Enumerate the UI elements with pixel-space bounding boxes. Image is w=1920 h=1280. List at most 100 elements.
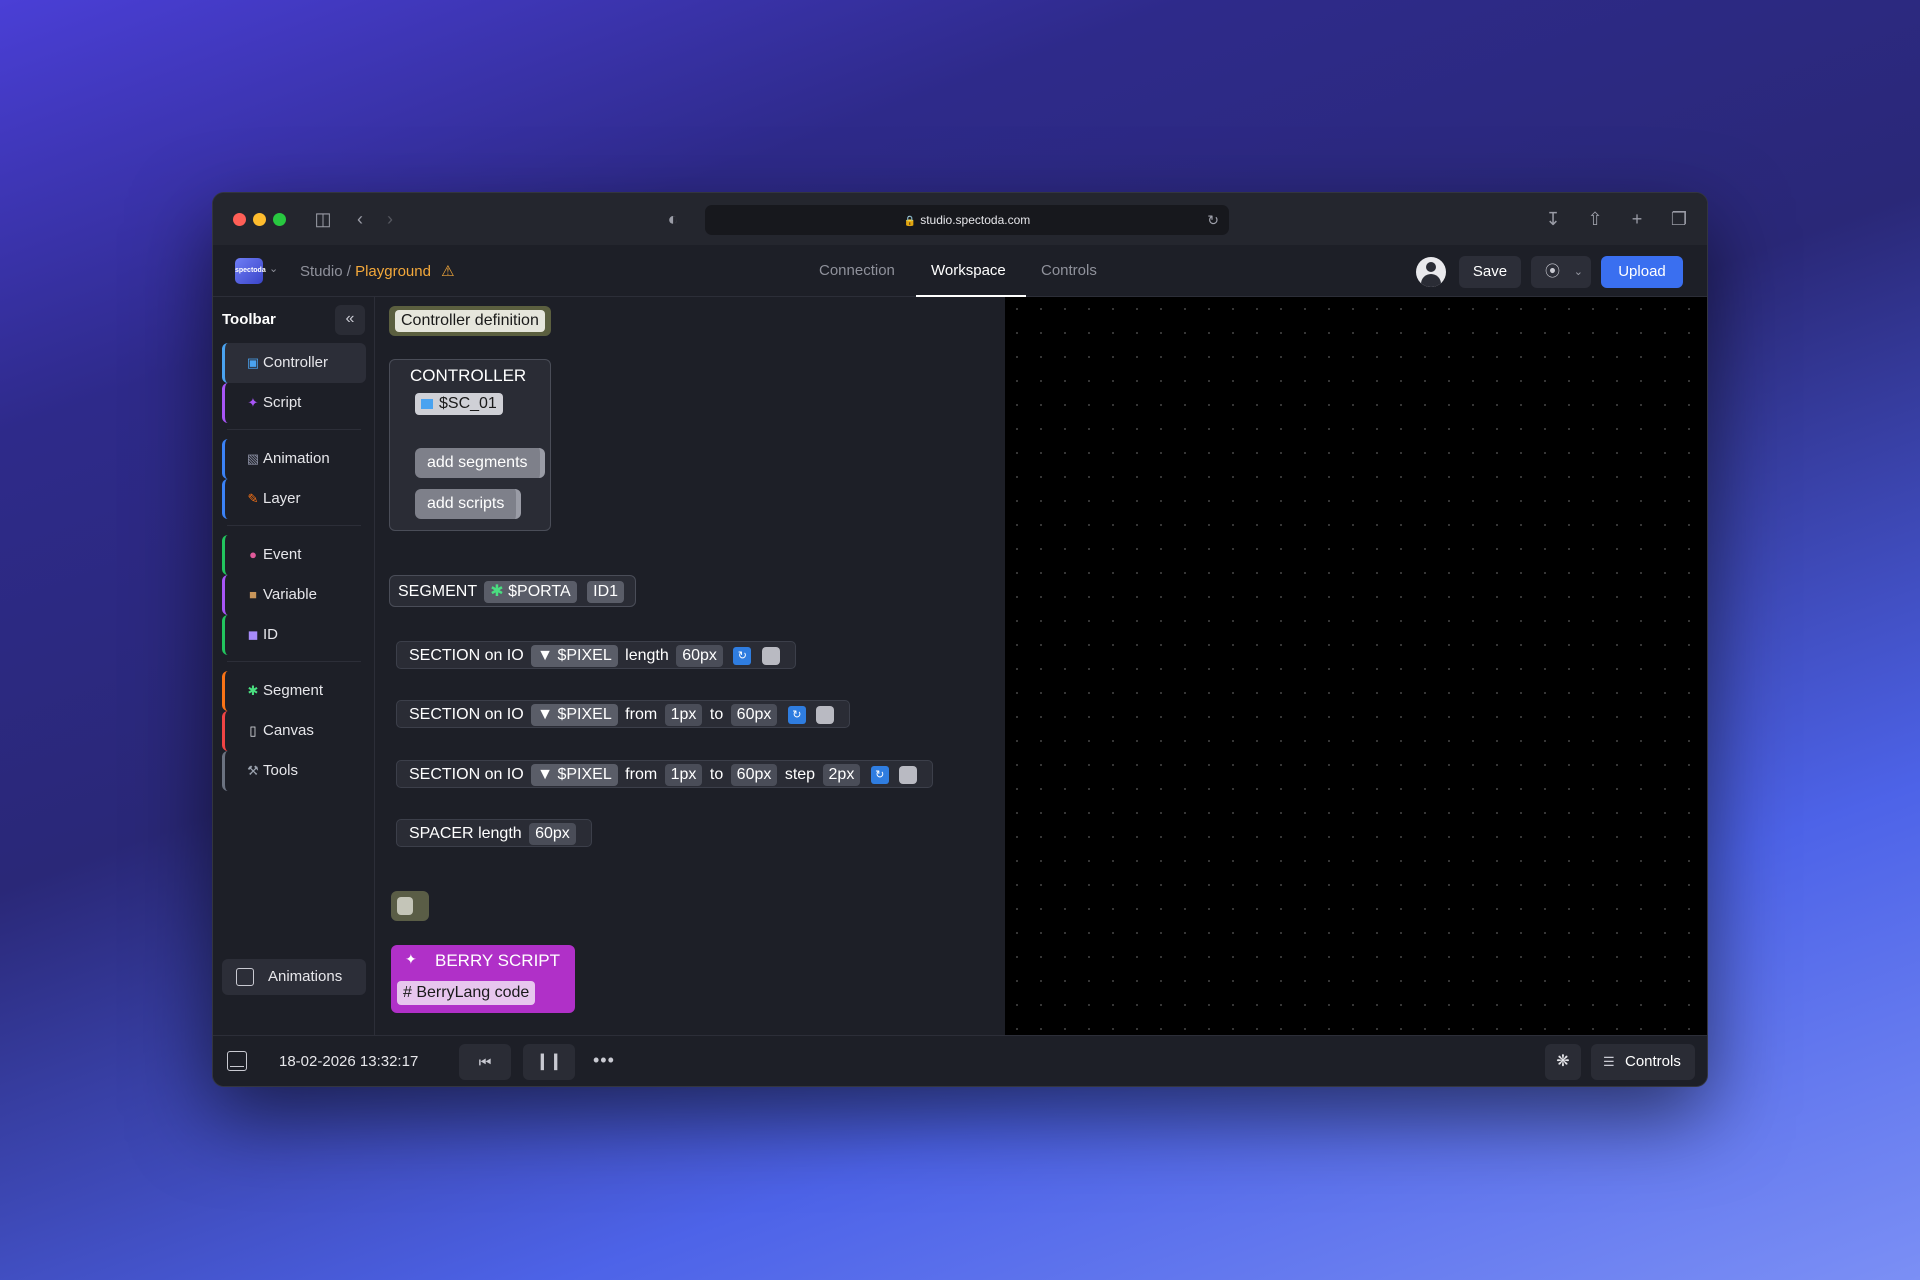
toggle-checkbox[interactable] <box>899 766 918 784</box>
port-field[interactable]: ✱ $PORTA <box>484 581 577 603</box>
timestamp: 18-02-2026 13:32:17 <box>279 1053 419 1070</box>
sidebar-item-label: Segment <box>263 682 324 699</box>
boolean-block[interactable] <box>391 891 429 921</box>
breadcrumb-root[interactable]: Studio <box>300 263 343 280</box>
sidebar-item-script[interactable]: ✦ Script <box>222 383 366 423</box>
add-scripts-block[interactable]: add scripts <box>415 489 522 519</box>
toggle-checkbox[interactable] <box>816 706 835 724</box>
id-field[interactable]: ID1 <box>587 581 625 603</box>
new-tab-icon[interactable]: + <box>1625 207 1649 231</box>
controller-definition-block[interactable]: Controller definition <box>389 306 551 336</box>
io-field[interactable]: ▼ $PIXEL <box>531 764 618 786</box>
pause-button[interactable]: ❙❙ <box>523 1044 575 1080</box>
sidebar-item-animation[interactable]: ▧ Animation <box>222 439 366 479</box>
toggle-checkbox[interactable] <box>761 647 780 665</box>
spacer-block[interactable]: SPACER length 60px <box>396 819 592 847</box>
sidebar-item-canvas[interactable]: ▯ Canvas <box>222 711 366 751</box>
more-icon[interactable]: ••• <box>593 1050 615 1071</box>
avatar[interactable] <box>1416 257 1446 287</box>
from-field[interactable]: 1px <box>664 764 703 786</box>
keyword: length <box>625 647 669 665</box>
io-field[interactable]: ▼ $PIXEL <box>531 704 618 726</box>
keyword: to <box>709 766 724 784</box>
refresh-icon[interactable]: ↻ <box>733 647 752 665</box>
tab-connection[interactable]: Connection <box>819 262 895 279</box>
workspace-canvas[interactable] <box>1005 297 1707 1035</box>
controller-value-field[interactable]: $SC_01 <box>415 393 503 415</box>
upload-button[interactable]: Upload <box>1601 256 1683 288</box>
divider <box>227 429 361 430</box>
page-icon: ▯ <box>249 723 257 738</box>
spectoda-logo[interactable]: spectoda <box>235 258 266 284</box>
controller-block[interactable]: CONTROLLER $SC_01 add segments add scrip… <box>389 359 551 531</box>
controller-value: $SC_01 <box>439 395 497 412</box>
forward-icon[interactable]: › <box>378 207 402 231</box>
to-field[interactable]: 60px <box>730 764 778 786</box>
bottom-bar: 18-02-2026 13:32:17 ⏮ ❙❙ ••• ❋ ☰ Control… <box>213 1035 1707 1086</box>
refresh-icon[interactable]: ↻ <box>787 706 806 724</box>
berry-script-title: BERRY SCRIPT <box>435 951 561 970</box>
tab-controls[interactable]: Controls <box>1041 262 1097 279</box>
animations-button[interactable]: Animations <box>222 959 366 995</box>
io-value: $PIXEL <box>557 766 612 783</box>
address-bar[interactable]: 🔒 studio.spectoda.com ↻ <box>705 205 1229 235</box>
sidebar-toggle-icon[interactable]: ◫ <box>311 207 335 231</box>
io-value: $PIXEL <box>557 706 612 723</box>
sidebar-item-event[interactable]: ● Event <box>222 535 366 575</box>
pin-icon: ▼ <box>537 766 553 783</box>
step-field[interactable]: 2px <box>822 764 861 786</box>
controller-title: CONTROLLER <box>410 366 527 385</box>
download-icon[interactable]: ↧ <box>1541 207 1565 231</box>
sidebar-item-label: ID <box>263 626 278 643</box>
bug-icon[interactable]: ❋ <box>1545 1044 1581 1080</box>
to-field[interactable]: 60px <box>730 704 778 726</box>
from-field[interactable]: 1px <box>664 704 703 726</box>
keyword: length <box>478 825 522 843</box>
save-button[interactable]: Save <box>1459 256 1521 288</box>
collapse-sidebar-icon[interactable]: « <box>335 305 365 335</box>
controls-button[interactable]: ☰ Controls <box>1591 1044 1695 1080</box>
add-segments-block[interactable]: add segments <box>415 448 545 478</box>
chevron-down-icon: ⌄ <box>1573 266 1583 278</box>
close-window-button[interactable] <box>233 213 246 226</box>
sidebar-item-tools[interactable]: ⚒ Tools <box>222 751 366 791</box>
tab-workspace[interactable]: Workspace <box>931 262 1006 279</box>
panel-toggle-icon[interactable] <box>227 1051 247 1071</box>
sidebar-item-label: Canvas <box>263 722 314 739</box>
monitor-icon <box>421 399 433 409</box>
connection-menu-button[interactable]: ⦿ ⌄ <box>1531 256 1591 288</box>
chevron-down-icon[interactable]: ⌄ <box>269 262 278 275</box>
section-length-block[interactable]: SECTION on IO ▼ $PIXEL length 60px ↻ <box>396 641 796 669</box>
tab-overview-icon[interactable]: ❐ <box>1667 207 1691 231</box>
minimize-window-button[interactable] <box>253 213 266 226</box>
back-icon[interactable]: ‹ <box>348 207 372 231</box>
refresh-icon[interactable]: ↻ <box>870 766 889 784</box>
sliders-icon: ☰ <box>1603 1054 1615 1069</box>
sidebar-item-label: Script <box>263 394 302 411</box>
skip-back-button[interactable]: ⏮ <box>459 1044 511 1080</box>
reload-icon[interactable]: ↻ <box>1207 205 1219 235</box>
length-field[interactable]: 60px <box>529 823 576 845</box>
shield-icon[interactable]: ◐ <box>661 207 685 231</box>
length-field[interactable]: 60px <box>676 645 723 667</box>
sidebar-item-variable[interactable]: ■ Variable <box>222 575 366 615</box>
segment-block[interactable]: SEGMENT ✱ $PORTA ID1 <box>389 575 637 607</box>
sidebar-item-id[interactable]: ◼ ID <box>222 615 366 655</box>
maximize-window-button[interactable] <box>273 213 286 226</box>
breadcrumb-separator: / <box>346 263 351 280</box>
section-step-block[interactable]: SECTION on IO ▼ $PIXEL from 1px to 60px … <box>396 760 934 788</box>
sidebar-item-segment[interactable]: ✱ Segment <box>222 671 366 711</box>
berry-script-block[interactable]: ✦ BERRY SCRIPT # BerryLang code <box>391 945 575 1013</box>
pencil-icon: ✎ <box>247 491 259 506</box>
segment-label: SEGMENT <box>398 583 477 601</box>
monitor-icon: ▣ <box>246 355 260 370</box>
share-icon[interactable]: ⇧ <box>1583 207 1607 231</box>
berry-code-field[interactable]: # BerryLang code <box>397 981 536 1005</box>
breadcrumb-current[interactable]: Playground <box>355 263 431 280</box>
url-text: studio.spectoda.com <box>920 213 1031 227</box>
section-range-block[interactable]: SECTION on IO ▼ $PIXEL from 1px to 60px … <box>396 700 851 728</box>
puzzle-icon: ✱ <box>247 683 259 698</box>
io-field[interactable]: ▼ $PIXEL <box>531 645 618 667</box>
sidebar-item-layer[interactable]: ✎ Layer <box>222 479 366 519</box>
sidebar-item-controller[interactable]: ▣ Controller <box>222 343 366 383</box>
